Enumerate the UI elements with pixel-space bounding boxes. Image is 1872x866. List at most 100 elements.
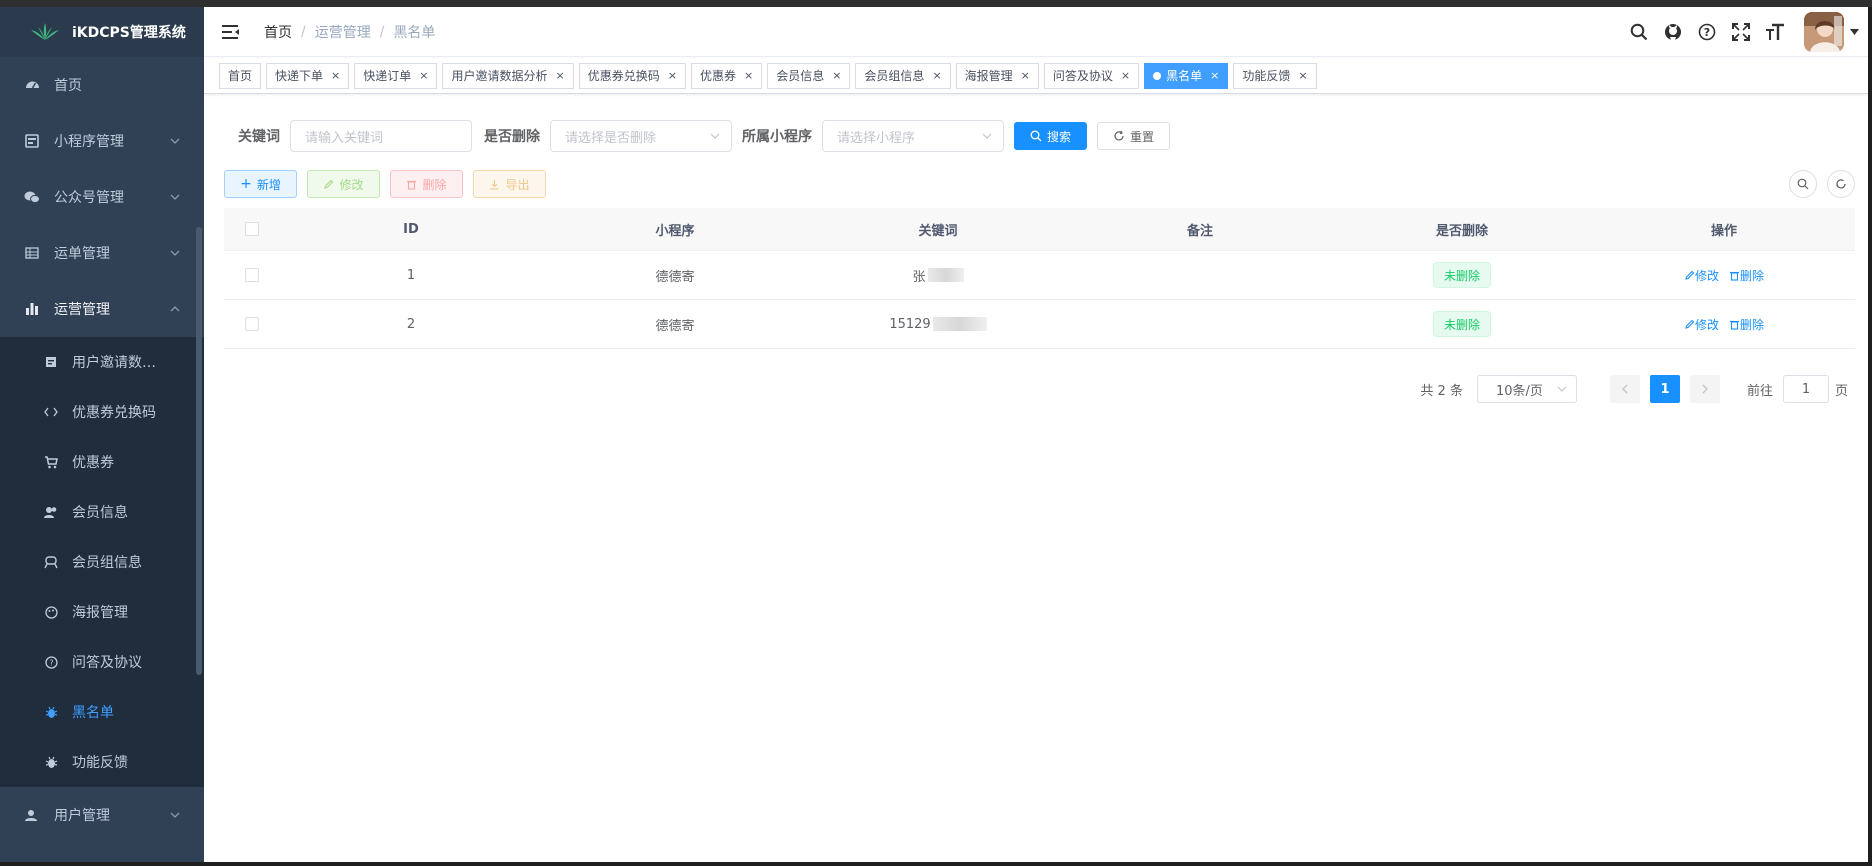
hamburger-button[interactable] xyxy=(206,7,256,57)
sidebar-item-blacklist[interactable]: 黑名单 xyxy=(0,687,204,737)
avatar[interactable] xyxy=(1804,12,1844,52)
sidebar-item-miniprogram[interactable]: 小程序管理 xyxy=(0,113,204,169)
fullscreen-icon[interactable] xyxy=(1724,7,1758,57)
prev-page-button[interactable] xyxy=(1609,375,1640,403)
row-checkbox[interactable] xyxy=(244,317,259,331)
caret-down-icon[interactable] xyxy=(1844,7,1864,57)
column-header[interactable]: 是否删除 xyxy=(1331,208,1593,250)
tab-faq[interactable]: 问答及协议 × xyxy=(1043,62,1140,89)
sidebar-item-member-info[interactable]: 会员信息 xyxy=(0,487,204,537)
search-icon[interactable] xyxy=(1622,7,1656,57)
row-edit-link[interactable]: 修改 xyxy=(1684,316,1719,333)
sidebar-subitem-label: 会员组信息 xyxy=(72,555,142,571)
chevron-down-icon xyxy=(1557,386,1567,392)
column-header[interactable]: 关键词 xyxy=(807,208,1069,250)
deleted-select[interactable]: 请选择是否删除 xyxy=(550,120,732,152)
close-icon[interactable]: × xyxy=(1298,69,1307,82)
font-size-icon[interactable] xyxy=(1758,7,1792,57)
export-button[interactable]: 导出 xyxy=(473,170,546,198)
svg-text:?: ? xyxy=(49,658,53,667)
sidebar-item-coupon-code[interactable]: 优惠券兑换码 xyxy=(0,387,204,437)
sidebar-item-feedback[interactable]: 功能反馈 xyxy=(0,737,204,787)
chevron-down-icon xyxy=(982,133,992,139)
row-delete-link[interactable]: 删除 xyxy=(1729,267,1764,284)
tab-home[interactable]: 首页 xyxy=(219,62,262,89)
sidebar-item-faq[interactable]: ? 问答及协议 xyxy=(0,637,204,687)
chevron-down-icon xyxy=(710,133,720,139)
close-icon[interactable]: × xyxy=(832,69,841,82)
sidebar-item-waybill[interactable]: 运单管理 xyxy=(0,225,204,281)
add-button[interactable]: + 新增 xyxy=(224,170,297,198)
sidebar-item-operations[interactable]: 运营管理 xyxy=(0,281,204,337)
tab-label: 会员组信息 xyxy=(864,69,925,83)
close-icon[interactable]: × xyxy=(1121,69,1130,82)
pagination: 共 2 条 10条/页 1 前往 1 页 xyxy=(1420,375,1848,403)
close-icon[interactable]: × xyxy=(419,69,428,82)
reset-button[interactable]: 重置 xyxy=(1097,122,1170,150)
breadcrumb: 首页 / 运营管理 / 黑名单 xyxy=(264,22,435,42)
question-icon[interactable]: ? xyxy=(1690,7,1724,57)
column-header[interactable]: ID xyxy=(279,208,543,250)
delete-button-label: 删除 xyxy=(422,177,447,192)
github-icon[interactable] xyxy=(1656,7,1690,57)
sidebar-item-label: 首页 xyxy=(54,78,82,94)
cell-actions: 修改 删除 xyxy=(1593,300,1855,348)
search-button[interactable]: 搜索 xyxy=(1014,122,1087,150)
edit-button-label: 修改 xyxy=(339,177,364,192)
tab-feedback[interactable]: 功能反馈 × xyxy=(1233,62,1317,89)
plus-icon: + xyxy=(240,176,252,192)
close-icon[interactable]: × xyxy=(668,69,677,82)
sidebar-item-users[interactable]: 用户管理 xyxy=(0,787,204,843)
sidebar-scrollbar[interactable] xyxy=(196,227,202,675)
tab-poster[interactable]: 海报管理 × xyxy=(955,62,1039,89)
close-icon[interactable]: × xyxy=(1210,69,1219,82)
row-edit-link[interactable]: 修改 xyxy=(1684,267,1719,284)
close-icon[interactable]: × xyxy=(744,69,753,82)
tab-member-group[interactable]: 会员组信息 × xyxy=(855,62,951,89)
goto-page-input[interactable]: 1 xyxy=(1782,375,1829,403)
close-icon[interactable]: × xyxy=(932,69,941,82)
delete-button[interactable]: 删除 xyxy=(390,170,463,198)
next-page-button[interactable] xyxy=(1689,375,1720,403)
refresh-button[interactable] xyxy=(1827,170,1855,198)
breadcrumb-home[interactable]: 首页 xyxy=(264,22,292,42)
close-icon[interactable]: × xyxy=(331,69,340,82)
table-row[interactable]: 2 德德寄 15129 未删除 修改 删除 xyxy=(224,300,1855,349)
sidebar-item-poster[interactable]: 海报管理 xyxy=(0,587,204,637)
tab-coupon[interactable]: 优惠券 × xyxy=(690,62,763,89)
app-select[interactable]: 请选择小程序 xyxy=(822,120,1004,152)
select-all-checkbox[interactable] xyxy=(244,222,259,236)
edit-button[interactable]: 修改 xyxy=(307,170,380,198)
close-icon[interactable]: × xyxy=(1021,69,1030,82)
report-icon xyxy=(44,355,58,369)
sidebar-subitem-label: 优惠券兑换码 xyxy=(72,405,156,421)
tab-label: 功能反馈 xyxy=(1242,69,1291,83)
page-number-current[interactable]: 1 xyxy=(1649,375,1680,403)
cell-keyword: 15129 xyxy=(807,300,1069,348)
column-header[interactable]: 备注 xyxy=(1069,208,1331,250)
bug-icon xyxy=(44,705,58,719)
page-size-select[interactable]: 10条/页 xyxy=(1476,375,1577,403)
tab-express-order-create[interactable]: 快递下单 × xyxy=(266,62,350,89)
sidebar-logo[interactable]: iKDCPS管理系统 xyxy=(0,7,204,57)
sidebar-item-official-account[interactable]: 公众号管理 xyxy=(0,169,204,225)
column-header[interactable]: 小程序 xyxy=(543,208,807,250)
sidebar-item-invite-analysis[interactable]: 用户邀请数… xyxy=(0,337,204,387)
sidebar-item-member-group[interactable]: 会员组信息 xyxy=(0,537,204,587)
sidebar-item-coupon[interactable]: 优惠券 xyxy=(0,437,204,487)
tab-express-orders[interactable]: 快递订单 × xyxy=(354,62,438,89)
toggle-search-button[interactable] xyxy=(1789,170,1817,198)
export-button-label: 导出 xyxy=(505,177,530,192)
breadcrumb-operations: 运营管理 xyxy=(314,24,371,41)
tags-view: 首页 快递下单 × 快递订单 × 用户邀请数据分析 × 优惠券兑换码 × 优惠券 × 会员… xyxy=(204,58,1868,94)
close-icon[interactable]: × xyxy=(556,69,565,82)
tab-coupon-code[interactable]: 优惠券兑换码 × xyxy=(578,62,686,89)
row-delete-link[interactable]: 删除 xyxy=(1729,316,1764,333)
keyword-input[interactable]: 请输入关键词 xyxy=(290,120,472,152)
tab-member-info[interactable]: 会员信息 × xyxy=(767,62,851,89)
table-row[interactable]: 1 德德寄 张 未删除 修改 删除 xyxy=(224,251,1855,300)
row-checkbox[interactable] xyxy=(244,268,259,282)
tab-blacklist[interactable]: 黑名单 × xyxy=(1144,62,1229,89)
sidebar-item-home[interactable]: 首页 xyxy=(0,57,204,113)
tab-invite-analysis[interactable]: 用户邀请数据分析 × xyxy=(442,62,574,89)
